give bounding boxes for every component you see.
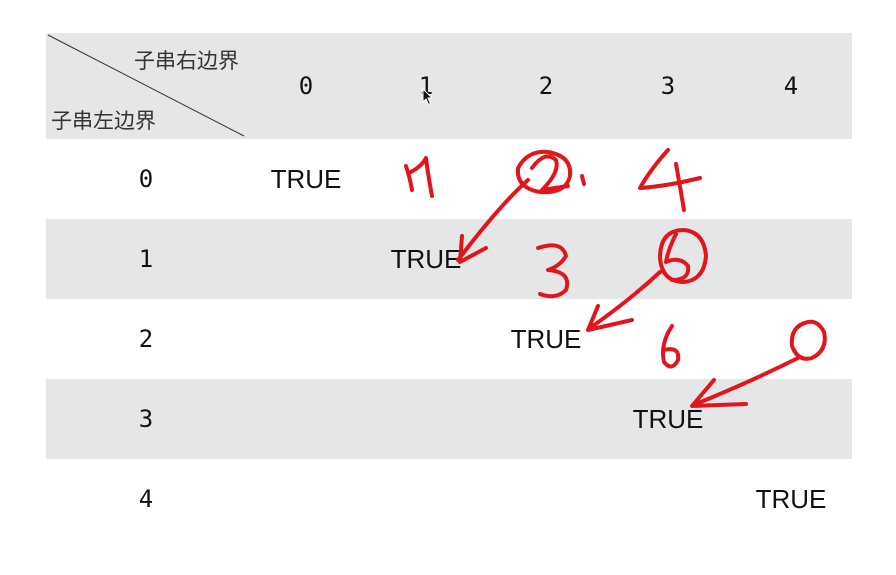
table-row: 2 TRUE <box>46 299 852 379</box>
table-cell <box>246 299 366 379</box>
corner-left-boundary-label: 子串左边界 <box>51 109 156 133</box>
column-header: 1 <box>418 72 434 100</box>
table-row: 0 TRUE <box>46 139 852 219</box>
table-cell <box>730 379 852 459</box>
column-header: 3 <box>660 72 676 100</box>
mouse-cursor-icon <box>422 88 434 106</box>
table-cell <box>606 139 730 219</box>
table-cell <box>606 299 730 379</box>
table-cell <box>366 299 486 379</box>
table-cell: TRUE <box>632 403 704 434</box>
table-row: 1 TRUE <box>46 219 852 299</box>
table-cell <box>486 219 606 299</box>
column-header: 2 <box>538 72 554 100</box>
row-header: 3 <box>138 405 154 433</box>
row-header: 2 <box>138 325 154 353</box>
table-cell <box>486 379 606 459</box>
corner-cell: 子串右边界 子串左边界 <box>46 33 246 139</box>
table-cell <box>246 459 366 539</box>
table-cell: TRUE <box>270 163 342 194</box>
table-cell <box>730 299 852 379</box>
table-cell <box>606 459 730 539</box>
corner-right-boundary-label: 子串右边界 <box>134 49 239 73</box>
table-cell <box>486 459 606 539</box>
table-cell: TRUE <box>510 323 582 354</box>
table-cell <box>486 139 606 219</box>
table-row: 4 TRUE <box>46 459 852 539</box>
row-header: 4 <box>138 485 154 513</box>
table-cell <box>366 139 486 219</box>
row-header: 0 <box>138 165 154 193</box>
table-row: 3 TRUE <box>46 379 852 459</box>
dp-table: 子串右边界 子串左边界 0 1 2 3 4 0 TRUE 1 TRUE 2 TR… <box>46 33 852 539</box>
table-cell <box>730 219 852 299</box>
table-cell <box>606 219 730 299</box>
row-header: 1 <box>138 245 154 273</box>
column-header: 4 <box>783 72 799 100</box>
table-cell <box>246 219 366 299</box>
table-cell <box>366 379 486 459</box>
table-cell <box>730 139 852 219</box>
table-cell: TRUE <box>755 483 827 514</box>
table-cell: TRUE <box>390 243 462 274</box>
header-row: 子串右边界 子串左边界 0 1 2 3 4 <box>46 33 852 139</box>
table-cell <box>246 379 366 459</box>
column-header: 0 <box>298 72 314 100</box>
table-cell <box>366 459 486 539</box>
